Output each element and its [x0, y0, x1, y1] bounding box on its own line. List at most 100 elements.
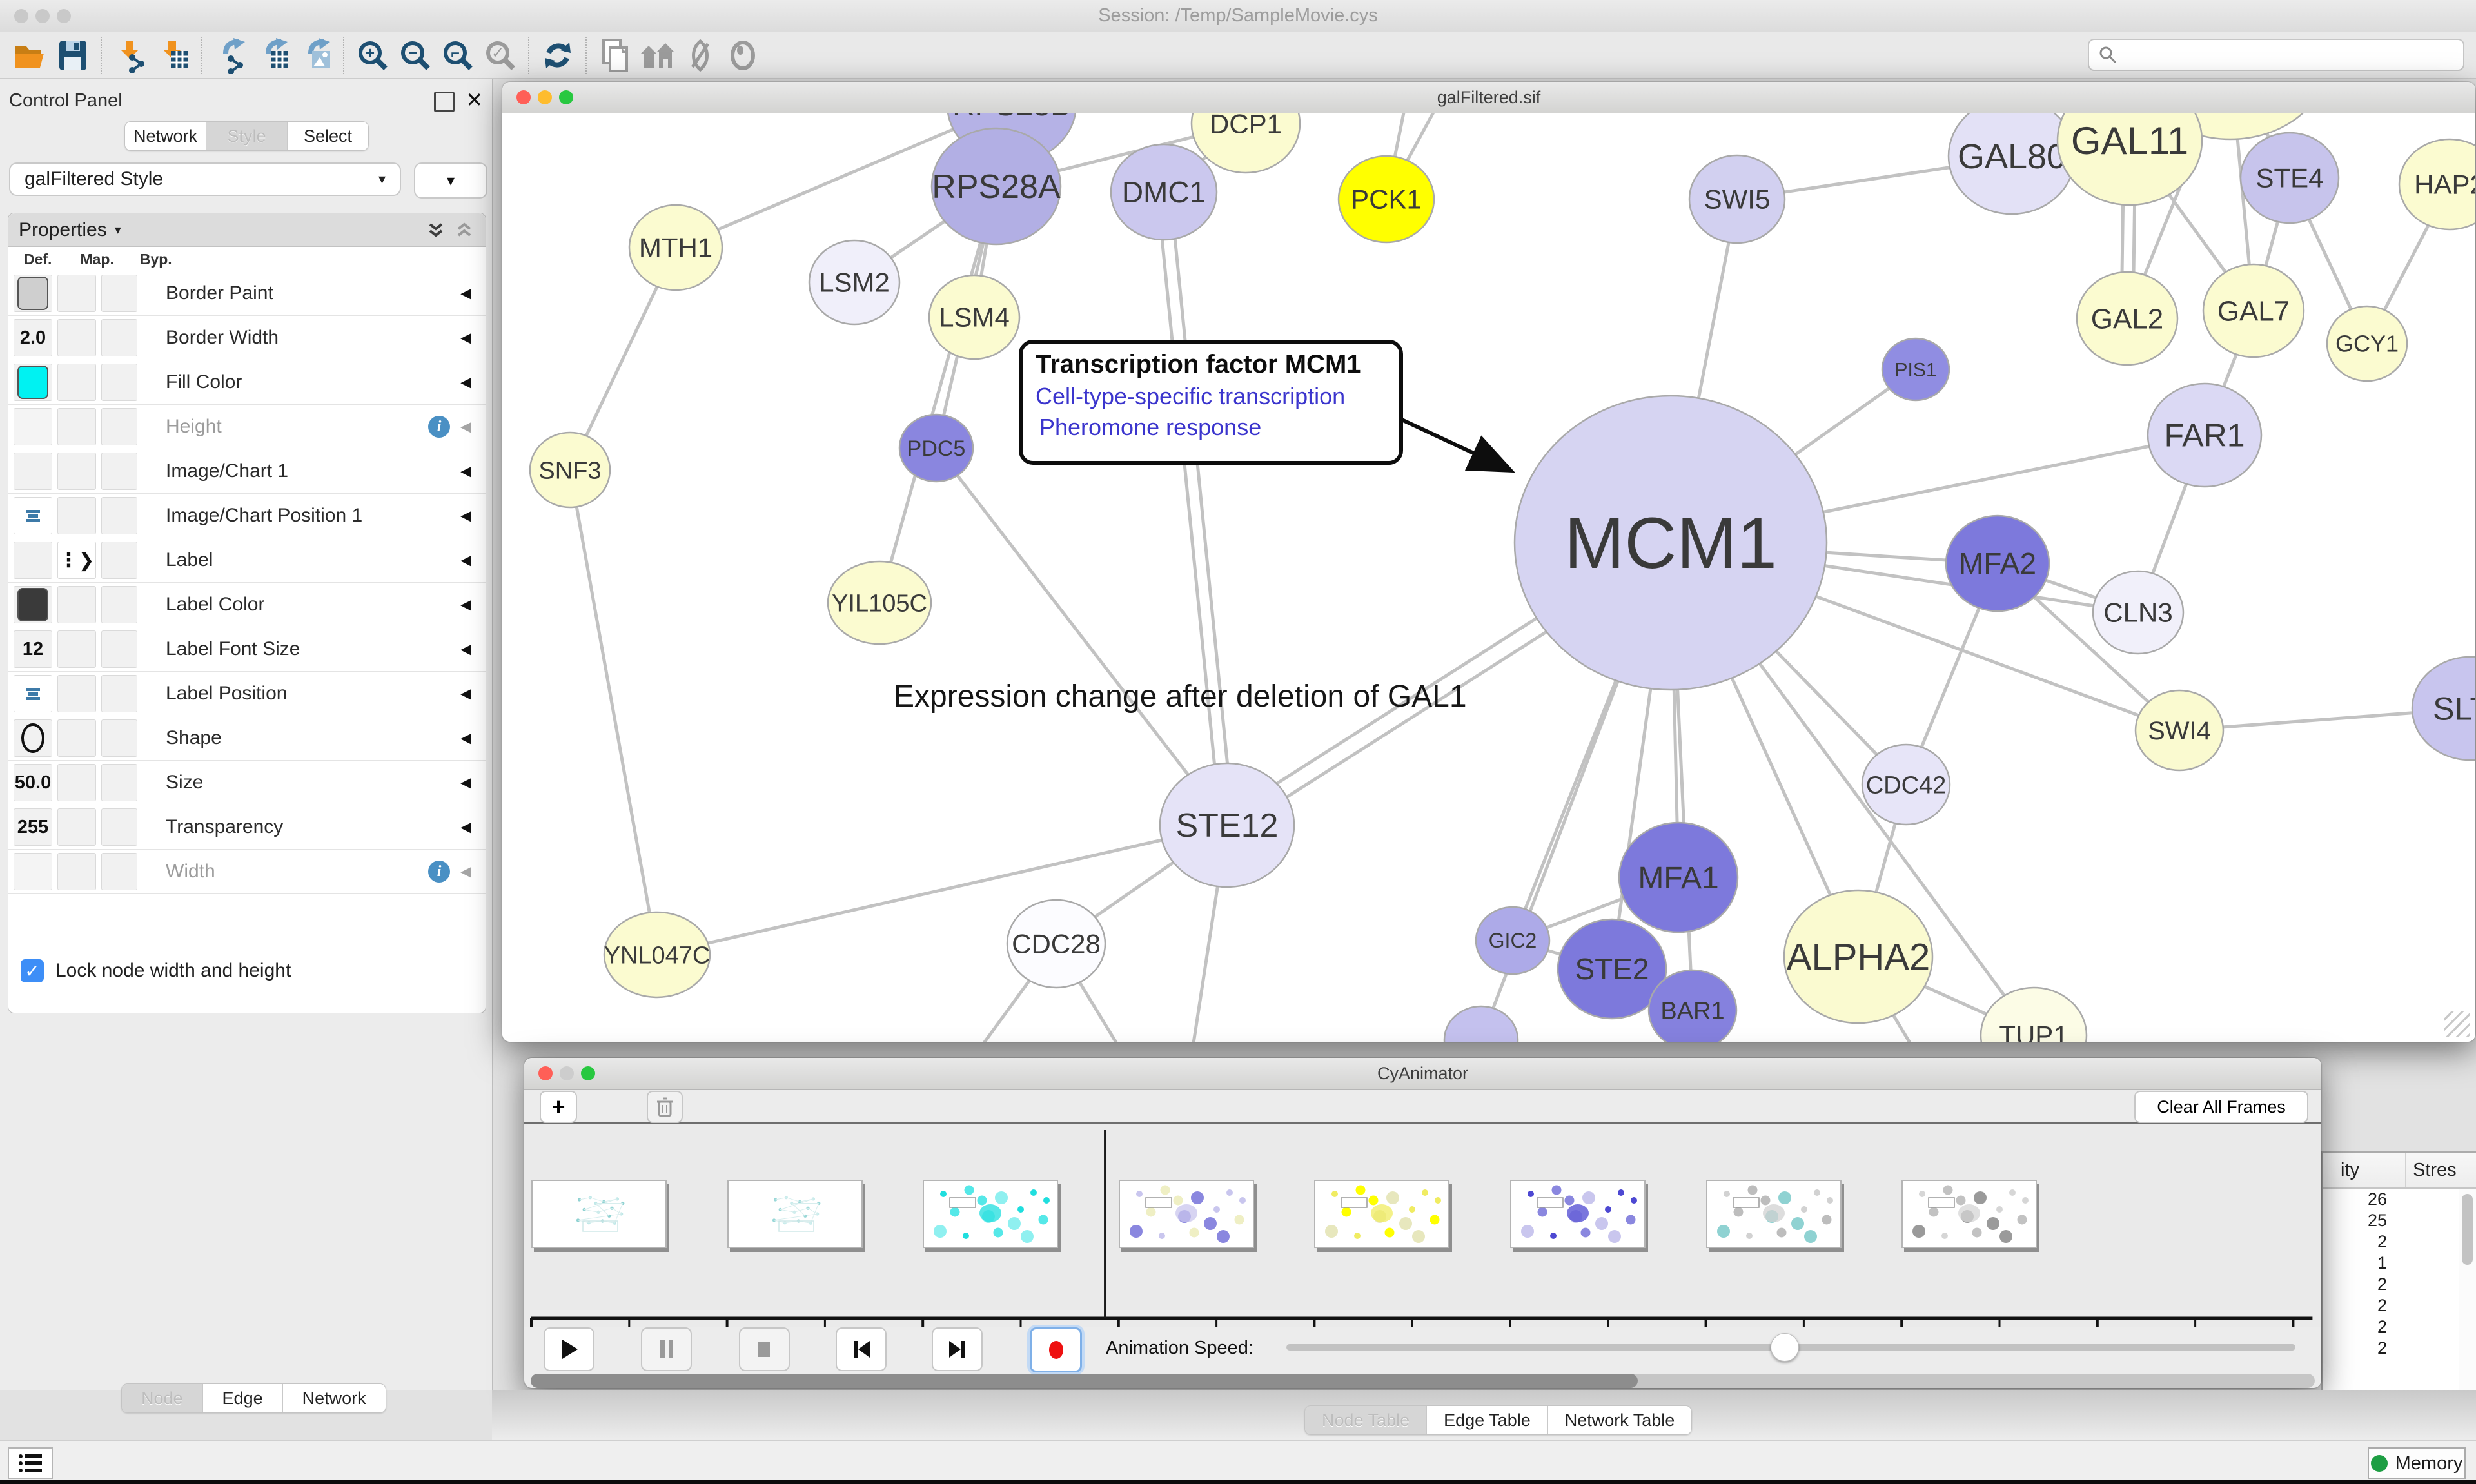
style-options-menu-button[interactable]: ▾ [414, 162, 487, 199]
tab-node[interactable]: Node [122, 1384, 203, 1412]
mapping-cell[interactable] [57, 319, 96, 356]
network-node-dcp1[interactable]: DCP1 [1192, 113, 1300, 173]
expand-row-icon[interactable]: ◀ [460, 374, 471, 391]
network-node-far1[interactable]: FAR1 [2148, 384, 2261, 487]
column-header[interactable]: ity [2323, 1153, 2406, 1187]
export-network-button[interactable] [209, 36, 251, 75]
save-button[interactable] [52, 36, 94, 75]
property-row-shape[interactable]: Shape◀ [8, 716, 486, 761]
network-node-mcm1[interactable]: MCM1 [1515, 396, 1827, 690]
expand-row-icon[interactable]: ◀ [460, 685, 471, 702]
show-details-button[interactable] [722, 36, 764, 75]
refresh-button[interactable] [536, 36, 579, 75]
table-row[interactable]: 25 [2323, 1210, 2458, 1231]
tab-network-table[interactable]: Network Table [1548, 1406, 1692, 1434]
minimize-icon[interactable] [560, 1066, 574, 1080]
default-value-cell[interactable] [14, 364, 52, 401]
tab-style[interactable]: Style [206, 122, 288, 150]
mapping-cell[interactable] [57, 853, 96, 890]
horizontal-scrollbar[interactable] [531, 1374, 2315, 1388]
property-row-label-color[interactable]: Label Color◀ [8, 583, 486, 627]
close-icon[interactable] [516, 90, 531, 104]
mapping-cell[interactable] [57, 453, 96, 490]
annotation-link[interactable]: Cell-type-specific transcription [1036, 383, 1397, 410]
mapping-cell[interactable]: ⋮❯ [57, 542, 96, 579]
mapping-cell[interactable] [57, 497, 96, 534]
cyanimator-timeline[interactable]: 0123456789Seconds [524, 1124, 2321, 1327]
tab-edge-table[interactable]: Edge Table [1427, 1406, 1548, 1434]
property-row-label[interactable]: ⋮❯Label◀ [8, 538, 486, 583]
network-node-yil105c[interactable]: YIL105C [828, 561, 931, 644]
expand-row-icon[interactable]: ◀ [460, 774, 471, 791]
expand-row-icon[interactable]: ◀ [460, 596, 471, 613]
mapping-cell[interactable] [57, 764, 96, 801]
frame-thumbnail-4[interactable] [1314, 1180, 1449, 1248]
network-node-gal7[interactable]: GAL7 [2203, 264, 2304, 357]
tab-select[interactable]: Select [288, 122, 368, 150]
column-header[interactable]: Stres [2406, 1160, 2457, 1181]
import-table-button[interactable] [152, 36, 194, 75]
tab-network-bottom[interactable]: Network [283, 1384, 386, 1412]
network-node-swi5[interactable]: SWI5 [1689, 155, 1785, 243]
hide-details-button[interactable] [679, 36, 722, 75]
network-window-titlebar[interactable]: galFiltered.sif [502, 82, 2475, 114]
float-window-icon[interactable] [434, 92, 455, 112]
import-network-button[interactable] [109, 36, 152, 75]
default-value-cell[interactable] [14, 719, 52, 757]
info-icon[interactable]: i [428, 861, 450, 883]
mapping-cell[interactable] [57, 275, 96, 312]
expand-row-icon[interactable]: ◀ [460, 819, 471, 835]
close-icon[interactable] [538, 1066, 553, 1080]
scrollbar[interactable] [2459, 1189, 2476, 1405]
frame-thumbnail-2[interactable] [923, 1180, 1058, 1248]
frame-thumbnail-7[interactable] [1901, 1180, 2037, 1248]
bypass-cell[interactable] [101, 764, 137, 801]
home-button[interactable] [636, 36, 679, 75]
bypass-cell[interactable] [101, 542, 137, 579]
expand-row-icon[interactable]: ◀ [460, 329, 471, 346]
info-icon[interactable]: i [428, 416, 450, 438]
tab-node-table[interactable]: Node Table [1305, 1406, 1427, 1434]
bypass-cell[interactable] [101, 853, 137, 890]
default-value-cell[interactable] [14, 275, 52, 312]
app-window-controls[interactable] [14, 9, 71, 23]
network-node-gal80[interactable]: GAL80 [1949, 113, 2075, 214]
expand-row-icon[interactable]: ◀ [460, 507, 471, 524]
property-row-size[interactable]: 50.0Size◀ [8, 761, 486, 805]
network-node-dmc1[interactable]: DMC1 [1111, 144, 1217, 240]
go-to-end-button[interactable] [932, 1327, 983, 1371]
network-canvas[interactable]: RPS28BDCP1RPS28ADMC1PCK1SWI5GAL80GAL11ST… [502, 113, 2475, 1042]
go-to-start-button[interactable] [836, 1327, 887, 1371]
network-node-tup1[interactable]: TUP1 [1981, 988, 2087, 1042]
bypass-cell[interactable] [101, 364, 137, 401]
mapping-cell[interactable] [57, 364, 96, 401]
frame-thumbnail-0[interactable] [531, 1180, 667, 1248]
network-node-bottom1[interactable] [1444, 1006, 1518, 1042]
network-node-slt2[interactable]: SLT2 [2412, 657, 2475, 760]
frame-thumbnail-1[interactable] [727, 1180, 863, 1248]
default-value-cell[interactable]: 255 [14, 808, 52, 846]
bypass-cell[interactable] [101, 586, 137, 623]
network-node-mfa1[interactable]: MFA1 [1619, 823, 1738, 932]
table-row[interactable]: 2 [2323, 1316, 2458, 1338]
close-panel-icon[interactable]: ✕ [466, 88, 483, 112]
bypass-cell[interactable] [101, 497, 137, 534]
network-node-lsm2[interactable]: LSM2 [809, 240, 899, 324]
frame-thumbnail-6[interactable] [1706, 1180, 1842, 1248]
play-button[interactable] [544, 1327, 594, 1371]
property-row-image-chart-position-1[interactable]: Image/Chart Position 1◀ [8, 494, 486, 538]
annotation-link[interactable]: Pheromone response [1039, 414, 1397, 441]
tab-edge[interactable]: Edge [203, 1384, 283, 1412]
lock-size-row[interactable]: ✓ Lock node width and height [8, 948, 485, 993]
property-row-label-position[interactable]: Label Position◀ [8, 672, 486, 716]
scrollbar-thumb[interactable] [531, 1374, 1638, 1388]
network-node-hap2[interactable]: HAP2 [2399, 139, 2475, 229]
table-row[interactable]: 2 [2323, 1274, 2458, 1295]
mapping-cell[interactable] [57, 586, 96, 623]
resize-grip[interactable] [2444, 1011, 2470, 1037]
bypass-cell[interactable] [101, 453, 137, 490]
properties-header[interactable]: Properties ▾ [8, 213, 486, 247]
record-button[interactable] [1030, 1327, 1082, 1372]
style-selector-dropdown[interactable]: galFiltered Style ▾ [9, 162, 401, 196]
checkbox-checked-icon[interactable]: ✓ [21, 959, 44, 982]
